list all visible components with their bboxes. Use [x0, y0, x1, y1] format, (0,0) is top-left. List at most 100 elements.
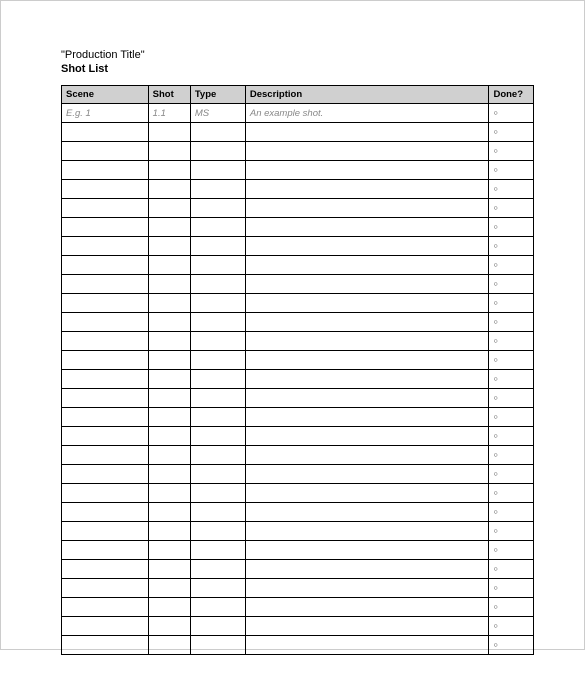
table-row: ○ — [62, 180, 534, 199]
done-mark-icon: ○ — [493, 129, 497, 136]
cell-empty — [148, 503, 190, 522]
cell-empty — [190, 161, 245, 180]
cell-done: ○ — [489, 237, 534, 256]
cell-empty — [148, 541, 190, 560]
cell-empty — [190, 389, 245, 408]
cell-done: ○ — [489, 142, 534, 161]
cell-empty — [190, 446, 245, 465]
done-mark-icon: ○ — [493, 167, 497, 174]
cell-empty — [190, 484, 245, 503]
cell-empty — [245, 408, 489, 427]
col-description: Description — [245, 86, 489, 104]
table-row: ○ — [62, 161, 534, 180]
table-row: ○ — [62, 294, 534, 313]
cell-done: ○ — [489, 579, 534, 598]
cell-empty — [190, 275, 245, 294]
table-row: ○ — [62, 522, 534, 541]
cell-empty — [245, 427, 489, 446]
cell-done: ○ — [489, 313, 534, 332]
cell-shot: 1.1 — [148, 104, 190, 123]
cell-empty — [62, 636, 149, 655]
cell-description: An example shot. — [245, 104, 489, 123]
cell-empty — [62, 446, 149, 465]
cell-empty — [148, 636, 190, 655]
cell-empty — [245, 313, 489, 332]
done-mark-icon: ○ — [493, 414, 497, 421]
cell-empty — [148, 313, 190, 332]
cell-done: ○ — [489, 636, 534, 655]
done-mark-icon: ○ — [493, 566, 497, 573]
done-mark-icon: ○ — [493, 452, 497, 459]
cell-empty — [245, 617, 489, 636]
cell-empty — [62, 389, 149, 408]
cell-empty — [245, 275, 489, 294]
cell-empty — [62, 351, 149, 370]
table-row: ○ — [62, 218, 534, 237]
table-row: ○ — [62, 275, 534, 294]
cell-done: ○ — [489, 180, 534, 199]
cell-empty — [62, 541, 149, 560]
cell-empty — [190, 408, 245, 427]
cell-empty — [245, 256, 489, 275]
cell-empty — [148, 256, 190, 275]
done-mark-icon: ○ — [493, 243, 497, 250]
cell-empty — [62, 142, 149, 161]
cell-empty — [190, 636, 245, 655]
done-mark-icon: ○ — [493, 509, 497, 516]
done-mark-icon: ○ — [493, 604, 497, 611]
cell-scene: E.g. 1 — [62, 104, 149, 123]
cell-empty — [62, 313, 149, 332]
cell-empty — [245, 180, 489, 199]
cell-empty — [62, 503, 149, 522]
done-mark-icon: ○ — [493, 528, 497, 535]
cell-empty — [62, 237, 149, 256]
col-scene: Scene — [62, 86, 149, 104]
cell-empty — [62, 161, 149, 180]
cell-empty — [190, 123, 245, 142]
cell-empty — [62, 332, 149, 351]
cell-empty — [245, 123, 489, 142]
document-header: "Production Title" Shot List — [61, 49, 534, 75]
cell-done: ○ — [489, 446, 534, 465]
cell-empty — [148, 522, 190, 541]
cell-empty — [245, 332, 489, 351]
table-row: ○ — [62, 123, 534, 142]
done-mark-icon: ○ — [493, 471, 497, 478]
cell-empty — [148, 294, 190, 313]
cell-done: ○ — [489, 598, 534, 617]
col-done: Done? — [489, 86, 534, 104]
cell-done: ○ — [489, 104, 534, 123]
cell-empty — [245, 503, 489, 522]
table-row: ○ — [62, 465, 534, 484]
document-page: "Production Title" Shot List Scene Shot … — [1, 1, 584, 675]
cell-empty — [245, 560, 489, 579]
cell-empty — [148, 123, 190, 142]
cell-empty — [62, 522, 149, 541]
table-row: ○ — [62, 427, 534, 446]
cell-empty — [62, 579, 149, 598]
cell-empty — [148, 579, 190, 598]
table-row: ○ — [62, 370, 534, 389]
cell-empty — [62, 256, 149, 275]
cell-done: ○ — [489, 218, 534, 237]
cell-done: ○ — [489, 332, 534, 351]
cell-empty — [148, 218, 190, 237]
cell-done: ○ — [489, 389, 534, 408]
cell-empty — [245, 218, 489, 237]
cell-empty — [245, 579, 489, 598]
cell-empty — [245, 237, 489, 256]
cell-empty — [190, 560, 245, 579]
cell-empty — [190, 617, 245, 636]
cell-done: ○ — [489, 541, 534, 560]
cell-empty — [190, 503, 245, 522]
table-row: ○ — [62, 408, 534, 427]
table-row: ○ — [62, 256, 534, 275]
done-mark-icon: ○ — [493, 224, 497, 231]
cell-empty — [190, 427, 245, 446]
cell-empty — [148, 161, 190, 180]
cell-empty — [148, 427, 190, 446]
cell-done: ○ — [489, 161, 534, 180]
cell-done: ○ — [489, 123, 534, 142]
cell-empty — [245, 161, 489, 180]
cell-empty — [190, 522, 245, 541]
